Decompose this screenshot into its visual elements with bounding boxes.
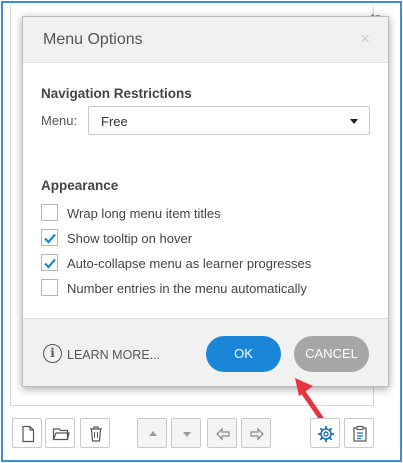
option-label: Number entries in the menu automatically: [67, 281, 307, 296]
open-folder-button[interactable]: [45, 418, 75, 448]
dialog-header: Menu Options ×: [23, 17, 388, 63]
option-label: Wrap long menu item titles: [67, 206, 221, 221]
outdent-icon: [216, 427, 230, 441]
dialog-footer: i LEARN MORE... OK CANCEL: [23, 318, 388, 386]
navigation-restrictions-heading: Navigation Restrictions: [41, 86, 192, 101]
appearance-heading: Appearance: [41, 178, 119, 193]
checkbox[interactable]: [41, 254, 58, 271]
cancel-button[interactable]: CANCEL: [294, 336, 369, 372]
option-label: Show tooltip on hover: [67, 231, 193, 246]
close-icon[interactable]: ×: [360, 29, 370, 49]
move-up-button[interactable]: [137, 418, 167, 448]
trash-icon: [90, 426, 102, 442]
new-file-icon: [22, 425, 35, 443]
checkbox[interactable]: [41, 229, 58, 246]
outdent-button[interactable]: [207, 418, 237, 448]
checkbox[interactable]: [41, 204, 58, 221]
menu-label: Menu:: [41, 113, 78, 128]
move-down-icon: [183, 432, 191, 437]
move-up-icon: [149, 431, 157, 436]
clipboard-icon: [353, 425, 367, 442]
checkmark-icon: [44, 258, 56, 269]
menu-select-value: Free: [101, 114, 128, 129]
ok-button[interactable]: OK: [206, 336, 281, 372]
learn-more-link[interactable]: LEARN MORE...: [67, 348, 160, 362]
indent-icon: [250, 427, 264, 441]
move-down-button[interactable]: [171, 418, 201, 448]
info-icon[interactable]: i: [43, 344, 62, 363]
clipboard-button[interactable]: [344, 418, 374, 448]
dialog-title: Menu Options: [43, 31, 143, 48]
dropdown-arrow-icon: [350, 119, 358, 124]
red-arrow-icon: [295, 378, 324, 421]
settings-button[interactable]: [310, 418, 340, 448]
gear-icon: [318, 426, 334, 442]
new-file-button[interactable]: [12, 418, 42, 448]
checkbox[interactable]: [41, 279, 58, 296]
open-folder-icon: [52, 428, 70, 441]
menu-select[interactable]: Free: [88, 106, 370, 135]
menu-options-dialog: Menu Options × Navigation Restrictions M…: [22, 16, 389, 387]
delete-button[interactable]: [80, 418, 110, 448]
indent-button[interactable]: [241, 418, 271, 448]
checkmark-icon: [44, 233, 56, 244]
option-label: Auto-collapse menu as learner progresses: [67, 256, 312, 271]
